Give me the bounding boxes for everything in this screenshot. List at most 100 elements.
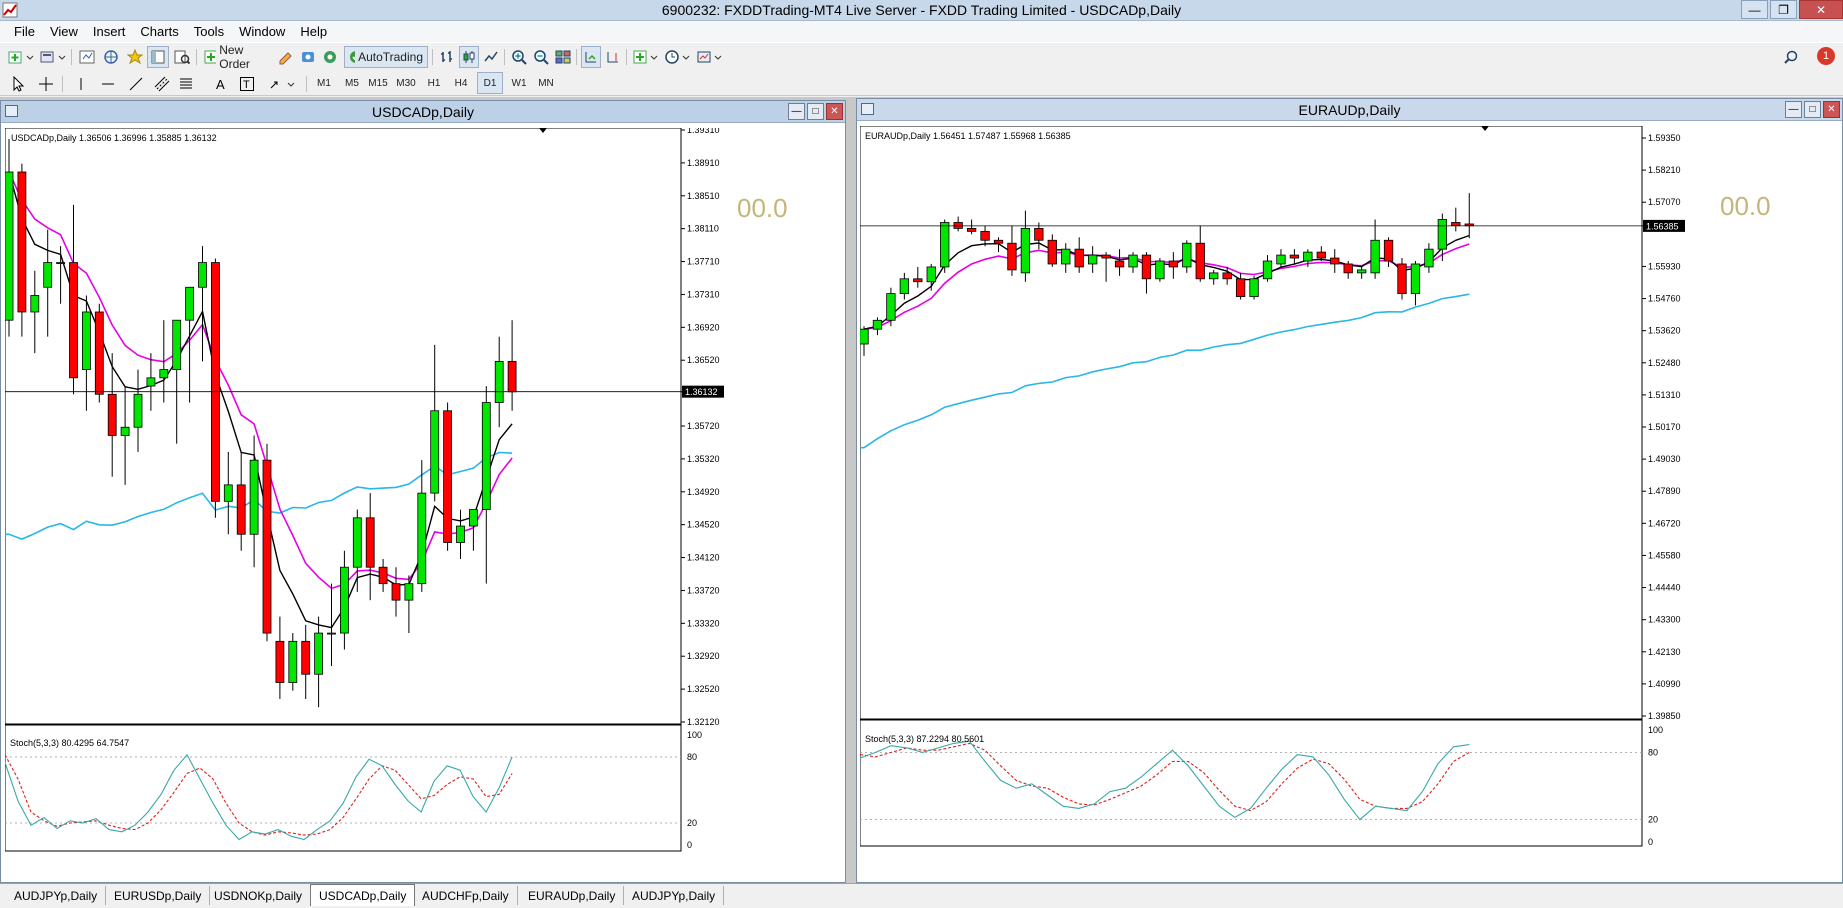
- price-axis-label: 1.47890: [1648, 486, 1681, 496]
- profiles-icon[interactable]: [38, 46, 68, 68]
- current-price-label: 1.56385: [1646, 221, 1679, 231]
- menu-file[interactable]: File: [7, 24, 43, 39]
- close-button[interactable]: ✕: [1799, 0, 1843, 19]
- tile-windows-icon[interactable]: [553, 46, 573, 68]
- tab-audjpy[interactable]: AUDJPYp,Daily: [6, 886, 107, 905]
- chart-window-euraud[interactable]: EURAUDp,Daily — □ ✕ 1.59350 1.58210 1.5707…: [856, 98, 1843, 883]
- chart-close-button[interactable]: ✕: [826, 103, 843, 120]
- periods-icon[interactable]: [663, 46, 693, 68]
- vertical-line-icon[interactable]: [72, 73, 90, 95]
- standard-toolbar: New Order AutoTrading 1: [0, 42, 1843, 71]
- timeframe-m5[interactable]: M5: [339, 72, 365, 94]
- auto-trading-button[interactable]: AutoTrading: [344, 46, 428, 68]
- market-watch-icon[interactable]: [76, 46, 98, 68]
- chart-maximize-button[interactable]: □: [807, 103, 824, 120]
- bull-candle: [481, 402, 491, 510]
- bear-candle: [1007, 242, 1017, 271]
- bull-candle: [314, 632, 324, 675]
- cursor-icon[interactable]: [8, 73, 28, 95]
- signals-icon[interactable]: [298, 46, 318, 68]
- tab-usdcad[interactable]: USDCADp,Daily: [310, 884, 416, 906]
- crosshair-icon[interactable]: [36, 73, 56, 95]
- terminal-icon[interactable]: [147, 46, 169, 68]
- timeframe-m15[interactable]: M15: [365, 72, 391, 94]
- fibonacci-icon[interactable]: [176, 73, 196, 95]
- equidistant-channel-icon[interactable]: [152, 73, 172, 95]
- timeframe-mn[interactable]: MN: [533, 72, 559, 94]
- indicators-icon[interactable]: [631, 46, 661, 68]
- oscillator-axis-label: 20: [687, 818, 697, 828]
- timeframe-h1[interactable]: H1: [421, 72, 447, 94]
- bear-candle: [210, 262, 220, 502]
- search-icon[interactable]: [1781, 46, 1801, 68]
- chart-shift-icon[interactable]: [603, 46, 623, 68]
- price-chart-usdcad[interactable]: 1.39310 1.38910 1.38510 1.38110 1.37710 1.373…: [5, 128, 845, 880]
- chart-maximize-button[interactable]: □: [1804, 101, 1821, 118]
- bear-candle: [378, 566, 388, 585]
- minimize-button[interactable]: —: [1741, 0, 1768, 19]
- bear-candle: [1047, 239, 1057, 265]
- timeframe-m30[interactable]: M30: [393, 72, 419, 94]
- bull-candle: [430, 410, 440, 494]
- timeframe-w1[interactable]: W1: [506, 72, 532, 94]
- data-window-icon[interactable]: [100, 46, 122, 68]
- svg-text:A: A: [216, 77, 225, 92]
- price-chart-euraud[interactable]: 1.59350 1.58210 1.57070 1.56385 1.55930 1.547…: [860, 126, 1842, 880]
- menu-tools[interactable]: Tools: [187, 24, 232, 39]
- new-chart-icon[interactable]: [6, 46, 36, 68]
- horizontal-line-icon[interactable]: [98, 73, 118, 95]
- chart-caption: USDCADp,Daily — □ ✕: [1, 101, 845, 123]
- tab-audchf[interactable]: AUDCHFp,Daily: [414, 886, 518, 905]
- tab-audjpy-2[interactable]: AUDJPYp,Daily: [624, 886, 725, 905]
- timeframe-m1[interactable]: M1: [311, 72, 337, 94]
- bull-candle: [223, 484, 233, 502]
- price-axis-label: 1.39850: [1648, 711, 1681, 721]
- chart-window-usdcad[interactable]: USDCADp,Daily — □ ✕ 1.39310 1.38910 1.3851…: [0, 100, 846, 883]
- bar-chart-icon[interactable]: [437, 46, 457, 68]
- timeframe-h4[interactable]: H4: [448, 72, 474, 94]
- bull-candle: [159, 369, 169, 379]
- restore-button[interactable]: ❐: [1770, 0, 1797, 19]
- chart-minimize-button[interactable]: —: [1785, 101, 1802, 118]
- bear-candle: [980, 230, 990, 241]
- menu-help[interactable]: Help: [293, 24, 335, 39]
- metaeditor-icon[interactable]: [276, 46, 296, 68]
- new-order-button[interactable]: New Order: [200, 43, 274, 71]
- notification-badge[interactable]: 1: [1817, 47, 1835, 65]
- strategy-tester-icon[interactable]: [171, 46, 193, 68]
- zoom-in-icon[interactable]: [509, 46, 529, 68]
- price-axis-label: 1.34920: [687, 487, 720, 497]
- oscillator-axis-label: 80: [1648, 747, 1658, 757]
- zoom-out-icon[interactable]: [531, 46, 551, 68]
- candlestick-chart-icon[interactable]: [459, 46, 479, 68]
- trendline-icon[interactable]: [126, 73, 146, 95]
- chart-minimize-button[interactable]: —: [788, 103, 805, 120]
- text-icon[interactable]: A: [211, 73, 231, 95]
- auto-scroll-icon[interactable]: [581, 46, 601, 68]
- timeframe-d1[interactable]: D1: [477, 72, 503, 94]
- menu-charts[interactable]: Charts: [133, 24, 186, 39]
- tab-usdnok[interactable]: USDNOKp,Daily: [206, 886, 312, 905]
- price-axis-label: 1.57070: [1648, 197, 1681, 207]
- bear-candle: [1034, 228, 1044, 241]
- bear-candle: [1397, 263, 1407, 295]
- arrows-icon[interactable]: [268, 73, 298, 95]
- price-axis-label: 1.36920: [687, 322, 720, 332]
- bull-candle: [1356, 269, 1367, 274]
- line-chart-icon[interactable]: [481, 46, 501, 68]
- chart-close-button[interactable]: ✕: [1823, 101, 1840, 118]
- templates-icon[interactable]: [695, 46, 725, 68]
- menu-window[interactable]: Window: [232, 24, 293, 39]
- bear-candle: [107, 393, 117, 436]
- menu-insert[interactable]: Insert: [86, 24, 134, 39]
- tab-eurusd[interactable]: EURUSDp,Daily: [106, 886, 211, 905]
- menu-view[interactable]: View: [43, 24, 86, 39]
- text-label-icon[interactable]: T: [237, 73, 257, 95]
- auto-trading-icon: [350, 51, 356, 63]
- price-axis-label: 1.58210: [1648, 165, 1681, 175]
- bear-candle: [1168, 260, 1179, 268]
- tab-euraud[interactable]: EURAUDp,Daily: [520, 886, 625, 905]
- navigator-icon[interactable]: [124, 46, 146, 68]
- market-icon[interactable]: [320, 46, 340, 68]
- bull-candle: [56, 262, 65, 264]
